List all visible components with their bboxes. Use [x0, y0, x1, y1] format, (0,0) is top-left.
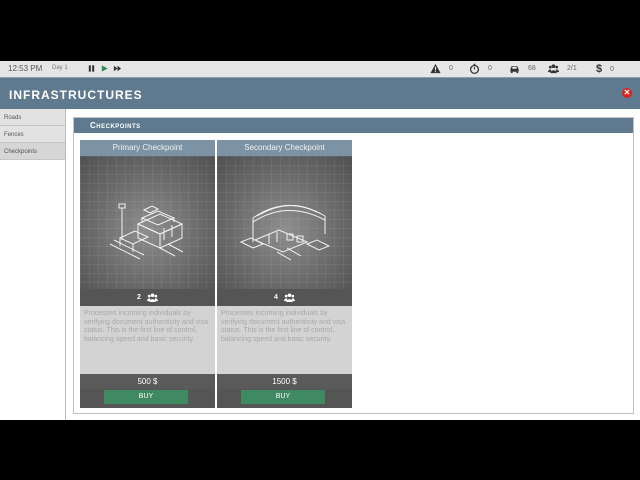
- car-icon: [510, 66, 519, 74]
- timer-stat: 0: [469, 63, 492, 74]
- game-window: 12:53 PM Day 1 0 0 68 2/1 $ 0 INFRASTRUC…: [0, 61, 640, 420]
- pause-icon[interactable]: [87, 64, 96, 73]
- stopwatch-icon: [469, 63, 480, 74]
- card-price: 1500 $: [217, 374, 352, 389]
- sidebar-item-checkpoints[interactable]: Checkpoints: [0, 143, 65, 160]
- buy-button[interactable]: BUY: [104, 390, 188, 404]
- group-icon: [147, 293, 158, 302]
- staff-requirement: 2: [80, 289, 215, 306]
- staff-stat: 2/1: [548, 63, 577, 74]
- staff-requirement: 4: [217, 289, 352, 306]
- primary-checkpoint-image: [80, 156, 215, 289]
- staff-value: 2/1: [567, 65, 577, 72]
- sidebar-item-fences[interactable]: Fences: [0, 126, 65, 143]
- card-description: Processes incoming individuals by verify…: [217, 306, 352, 374]
- page-title: INFRASTRUCTURES: [9, 88, 143, 102]
- window-header: INFRASTRUCTURES ✕: [0, 77, 640, 109]
- sidebar: Roads Fences Checkpoints: [0, 109, 66, 420]
- top-status-bar: 12:53 PM Day 1 0 0 68 2/1 $ 0: [0, 61, 640, 77]
- card-description: Processes incoming individuals by verify…: [80, 306, 215, 374]
- vehicles-value: 68: [528, 65, 536, 72]
- fast-forward-icon[interactable]: [113, 64, 122, 73]
- card-title: Secondary Checkpoint: [217, 140, 352, 156]
- card-title: Primary Checkpoint: [80, 140, 215, 156]
- group-icon: [284, 293, 295, 302]
- secondary-checkpoint-image: [217, 156, 352, 289]
- alerts-value: 0: [449, 65, 453, 72]
- building-illustration: [109, 203, 184, 260]
- alerts-stat: 0: [430, 63, 453, 74]
- money-stat: $ 0: [596, 63, 614, 75]
- vehicles-stat: 68: [509, 63, 536, 74]
- group-icon: [548, 64, 559, 74]
- checkpoint-card: Primary Checkpoint 2 Processes incoming …: [80, 140, 215, 408]
- timer-value: 0: [488, 65, 492, 72]
- day-counter: Day 1: [52, 65, 68, 71]
- play-icon[interactable]: [100, 64, 109, 73]
- sidebar-item-roads[interactable]: Roads: [0, 109, 65, 126]
- money-value: 0: [610, 65, 615, 73]
- dollar-icon: $: [596, 63, 603, 75]
- checkpoint-card: Secondary Checkpoint 4 Processes incomin…: [217, 140, 352, 408]
- close-icon[interactable]: ✕: [622, 88, 632, 98]
- staff-count: 2: [137, 294, 141, 301]
- panel-title: Checkpoints: [74, 118, 633, 133]
- building-illustration: [239, 205, 331, 261]
- buy-button[interactable]: BUY: [241, 390, 325, 404]
- staff-count: 4: [274, 294, 278, 301]
- warning-icon: [430, 63, 441, 74]
- checkpoints-panel: Checkpoints Primary Checkpoint 2 Process…: [73, 117, 634, 414]
- card-price: 500 $: [80, 374, 215, 389]
- clock-time: 12:53 PM: [8, 64, 43, 73]
